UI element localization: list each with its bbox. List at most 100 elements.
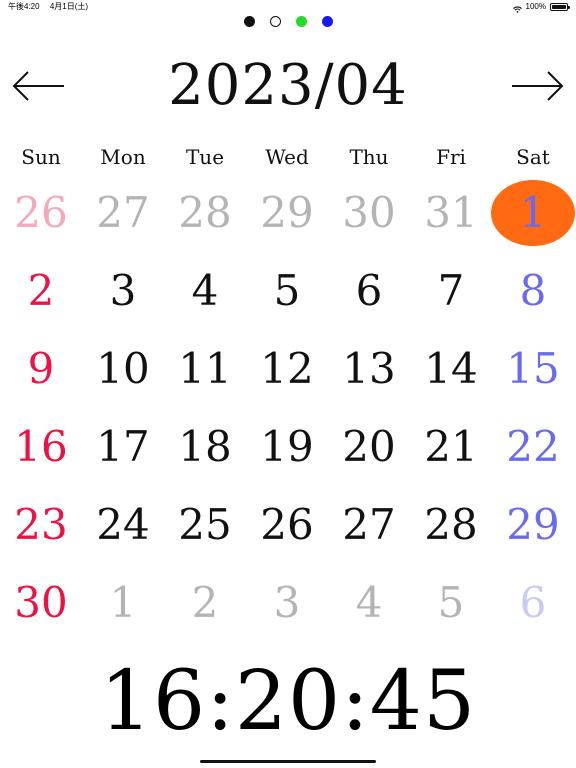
day-cell[interactable]: 6 bbox=[328, 252, 410, 330]
day-cell[interactable]: 1 bbox=[82, 564, 164, 642]
day-cell[interactable]: 29 bbox=[246, 174, 328, 252]
day-cell[interactable]: 22 bbox=[492, 408, 574, 486]
day-number: 2 bbox=[191, 578, 219, 627]
day-number: 31 bbox=[424, 188, 478, 237]
status-bar-left: 午後4:20 4月1日(土) bbox=[8, 0, 88, 14]
day-cell[interactable]: 28 bbox=[164, 174, 246, 252]
day-cell[interactable]: 27 bbox=[82, 174, 164, 252]
day-cell[interactable]: 24 bbox=[82, 486, 164, 564]
day-number: 26 bbox=[14, 188, 68, 237]
status-date: 4月1日(土) bbox=[49, 2, 89, 11]
day-number: 10 bbox=[96, 344, 150, 393]
weekday-label-mon: Mon bbox=[100, 145, 146, 169]
day-cell[interactable]: 26 bbox=[246, 486, 328, 564]
day-cell[interactable]: 5 bbox=[410, 564, 492, 642]
day-cell-today[interactable]: 1 bbox=[491, 174, 575, 252]
day-number: 25 bbox=[178, 500, 232, 549]
day-cell[interactable]: 11 bbox=[164, 330, 246, 408]
day-cell[interactable]: 2 bbox=[164, 564, 246, 642]
status-bar-right: 100% bbox=[512, 0, 570, 14]
right-arrow-icon bbox=[512, 71, 564, 101]
day-cell[interactable]: 5 bbox=[246, 252, 328, 330]
day-cell[interactable]: 3 bbox=[246, 564, 328, 642]
day-cell[interactable]: 29 bbox=[492, 486, 574, 564]
day-number: 21 bbox=[424, 422, 478, 471]
page-dot[interactable] bbox=[243, 15, 255, 27]
day-cell[interactable]: 17 bbox=[82, 408, 164, 486]
day-cell[interactable]: 4 bbox=[328, 564, 410, 642]
day-cell[interactable]: 27 bbox=[328, 486, 410, 564]
day-number: 27 bbox=[342, 500, 396, 549]
day-cell[interactable]: 2 bbox=[0, 252, 82, 330]
day-number: 18 bbox=[178, 422, 232, 471]
day-number: 26 bbox=[260, 500, 314, 549]
day-cell[interactable]: 13 bbox=[328, 330, 410, 408]
page-dot[interactable] bbox=[321, 15, 333, 27]
left-arrow-icon bbox=[12, 71, 64, 101]
home-indicator[interactable] bbox=[200, 760, 376, 763]
battery-fill bbox=[552, 5, 566, 9]
day-number: 23 bbox=[14, 500, 68, 549]
battery-icon bbox=[550, 3, 570, 11]
day-cell[interactable]: 8 bbox=[492, 252, 574, 330]
day-cell[interactable]: 23 bbox=[0, 486, 82, 564]
day-number: 17 bbox=[96, 422, 150, 471]
weekday-label-sat: Sat bbox=[516, 145, 550, 169]
day-cell[interactable]: 20 bbox=[328, 408, 410, 486]
day-cell[interactable]: 10 bbox=[82, 330, 164, 408]
day-number: 7 bbox=[437, 266, 465, 315]
battery-percent: 100% bbox=[525, 2, 546, 11]
day-number: 6 bbox=[355, 266, 383, 315]
day-cell[interactable]: 30 bbox=[0, 564, 82, 642]
previous-month-button[interactable] bbox=[10, 64, 70, 108]
day-cell[interactable]: 12 bbox=[246, 330, 328, 408]
day-number: 15 bbox=[506, 344, 560, 393]
day-cell[interactable]: 3 bbox=[82, 252, 164, 330]
day-number: 20 bbox=[342, 422, 396, 471]
calendar-grid: 26 27 28 29 30 31 1 2 3 4 5 6 7 8 9 10 11 12 13 14 15 16 17 18 1… bbox=[0, 174, 576, 642]
next-month-button[interactable] bbox=[506, 64, 566, 108]
day-cell[interactable]: 14 bbox=[410, 330, 492, 408]
day-cell[interactable]: 15 bbox=[492, 330, 574, 408]
month-title: 2023/04 bbox=[168, 53, 408, 118]
day-cell[interactable]: 25 bbox=[164, 486, 246, 564]
day-number: 3 bbox=[273, 578, 301, 627]
weekday-label-tue: Tue bbox=[185, 145, 225, 169]
day-number: 2 bbox=[27, 266, 55, 315]
day-number: 28 bbox=[178, 188, 232, 237]
page-dot[interactable] bbox=[269, 15, 281, 27]
day-cell[interactable]: 16 bbox=[0, 408, 82, 486]
page-dot[interactable] bbox=[295, 15, 307, 27]
day-cell[interactable]: 9 bbox=[0, 330, 82, 408]
day-cell[interactable]: 28 bbox=[410, 486, 492, 564]
weekday-label-thu: Thu bbox=[349, 145, 389, 169]
day-cell[interactable]: 18 bbox=[164, 408, 246, 486]
day-cell[interactable]: 4 bbox=[164, 252, 246, 330]
page-indicator bbox=[0, 14, 576, 28]
weekday-label-wed: Wed bbox=[265, 145, 309, 169]
status-time: 午後4:20 bbox=[8, 2, 40, 11]
day-number: 29 bbox=[506, 500, 560, 549]
day-number: 5 bbox=[273, 266, 301, 315]
day-number: 13 bbox=[342, 344, 396, 393]
day-number: 5 bbox=[437, 578, 465, 627]
day-number: 11 bbox=[178, 344, 232, 393]
day-number: 4 bbox=[355, 578, 383, 627]
day-number: 30 bbox=[342, 188, 396, 237]
day-cell[interactable]: 7 bbox=[410, 252, 492, 330]
status-bar: 午後4:20 4月1日(土) 100% bbox=[0, 0, 576, 14]
weekday-label-sun: Sun bbox=[21, 145, 61, 169]
day-cell[interactable]: 21 bbox=[410, 408, 492, 486]
day-cell[interactable]: 19 bbox=[246, 408, 328, 486]
day-number: 1 bbox=[519, 188, 547, 237]
day-cell[interactable]: 30 bbox=[328, 174, 410, 252]
day-number: 14 bbox=[424, 344, 478, 393]
day-cell[interactable]: 6 bbox=[492, 564, 574, 642]
day-cell[interactable]: 26 bbox=[0, 174, 82, 252]
day-number: 22 bbox=[506, 422, 560, 471]
digital-clock: 16:20:45 bbox=[99, 654, 477, 749]
day-number: 9 bbox=[27, 344, 55, 393]
day-cell[interactable]: 31 bbox=[410, 174, 492, 252]
weekday-label-fri: Fri bbox=[436, 145, 466, 169]
day-number: 12 bbox=[260, 344, 314, 393]
